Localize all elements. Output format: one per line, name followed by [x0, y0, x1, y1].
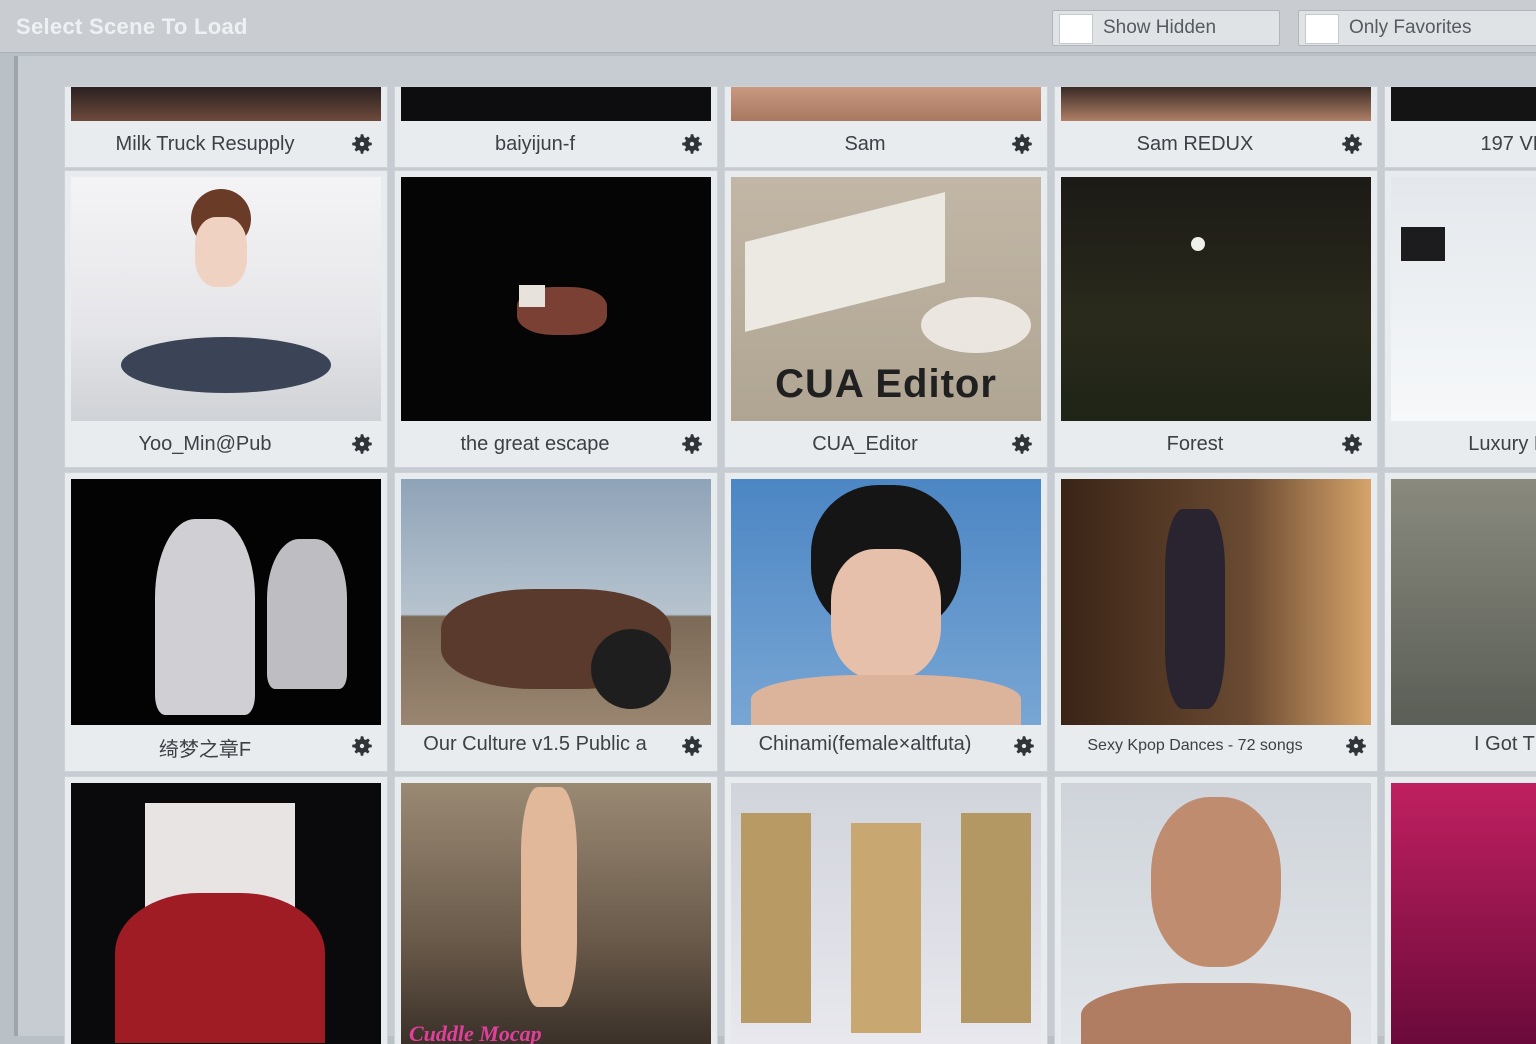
- gear-icon[interactable]: [679, 431, 705, 457]
- scene-card-male-head[interactable]: [1054, 776, 1378, 1044]
- scene-thumbnail[interactable]: [71, 87, 381, 121]
- scene-label: Sexy Kpop Dances - 72 songs: [1087, 737, 1303, 754]
- gear-icon[interactable]: [1011, 733, 1037, 759]
- gear-icon[interactable]: [349, 733, 375, 759]
- scene-thumbnail[interactable]: Cuddle Mocap: [401, 783, 711, 1044]
- scene-card-forest[interactable]: Forest: [1054, 170, 1378, 468]
- scene-grid-panel: Milk Truck Resupply baiyijun-f Sam Sam R…: [14, 56, 1536, 1044]
- scene-card-baiyijun-f[interactable]: baiyijun-f: [394, 86, 718, 168]
- scene-label: Yoo_Min@Pub: [138, 433, 272, 455]
- scene-thumbnail[interactable]: [1061, 87, 1371, 121]
- window-title: Select Scene To Load: [16, 14, 248, 39]
- scene-card-red-dress[interactable]: [64, 776, 388, 1044]
- scene-card-pink[interactable]: [1384, 776, 1536, 1044]
- scene-thumbnail[interactable]: [1391, 783, 1536, 1044]
- thumbnail-caption: Cuddle Mocap: [409, 1021, 542, 1044]
- scene-thumbnail[interactable]: [71, 177, 381, 421]
- show-hidden-label: Show Hidden: [1103, 17, 1217, 38]
- scene-thumbnail[interactable]: [1061, 177, 1371, 421]
- scene-label: CUA_Editor: [812, 433, 918, 455]
- gear-icon[interactable]: [1009, 431, 1035, 457]
- scene-label: 197 VR m: [1480, 133, 1536, 155]
- scene-thumbnail[interactable]: [71, 783, 381, 1044]
- title-bar: Select Scene To Load Show Hidden Only Fa…: [0, 0, 1536, 53]
- scene-card-chinami[interactable]: Chinami(female×altfuta): [724, 472, 1048, 772]
- scene-grid: Milk Truck Resupply baiyijun-f Sam Sam R…: [60, 84, 1536, 1044]
- scene-label: Sam: [844, 133, 886, 155]
- scene-label: baiyijun-f: [494, 133, 576, 155]
- gear-icon[interactable]: [1343, 733, 1369, 759]
- scene-card-the-great-escape[interactable]: the great escape: [394, 170, 718, 468]
- scene-card-sam[interactable]: Sam: [724, 86, 1048, 168]
- scene-thumbnail[interactable]: [731, 783, 1041, 1044]
- scene-card-197-vr[interactable]: 197 VR m: [1384, 86, 1536, 168]
- gear-icon[interactable]: [1339, 431, 1365, 457]
- scene-thumbnail[interactable]: [1061, 783, 1371, 1044]
- scene-label: Luxury Bathr: [1468, 433, 1536, 455]
- scene-label: Milk Truck Resupply: [115, 133, 295, 155]
- gear-icon[interactable]: [349, 431, 375, 457]
- scene-browser-window: Select Scene To Load Show Hidden Only Fa…: [0, 0, 1536, 1044]
- scene-label: the great escape: [460, 433, 610, 455]
- scene-thumbnail[interactable]: [1391, 479, 1536, 725]
- scene-thumbnail[interactable]: [401, 87, 711, 121]
- scene-thumbnail[interactable]: [1391, 87, 1536, 121]
- gear-icon[interactable]: [1339, 131, 1365, 157]
- scene-label: Sam REDUX: [1136, 133, 1254, 155]
- scene-thumbnail[interactable]: CUA Editor: [731, 177, 1041, 421]
- only-favorites-checkbox[interactable]: [1305, 14, 1339, 44]
- scene-card-i-got-this[interactable]: I Got This v: [1384, 472, 1536, 772]
- scene-thumbnail[interactable]: [731, 479, 1041, 725]
- scene-card-cuddle-mocap[interactable]: Cuddle Mocap: [394, 776, 718, 1044]
- show-hidden-toggle[interactable]: Show Hidden: [1052, 10, 1280, 46]
- scene-card-yoo-min-pub[interactable]: Yoo_Min@Pub: [64, 170, 388, 468]
- scene-thumbnail[interactable]: [401, 479, 711, 725]
- scene-card-milk-truck-resupply[interactable]: Milk Truck Resupply: [64, 86, 388, 168]
- scene-card-sam-redux[interactable]: Sam REDUX: [1054, 86, 1378, 168]
- scene-card-our-culture[interactable]: Our Culture v1.5 Public a: [394, 472, 718, 772]
- scene-thumbnail[interactable]: [1061, 479, 1371, 725]
- scene-label: I Got This v: [1474, 733, 1536, 755]
- scene-card-cua-editor[interactable]: CUA Editor CUA_Editor: [724, 170, 1048, 468]
- scene-card-sexy-kpop-dances[interactable]: Sexy Kpop Dances - 72 songs: [1054, 472, 1378, 772]
- gear-icon[interactable]: [679, 733, 705, 759]
- scene-label: 绮梦之章F: [158, 739, 252, 761]
- scene-label: Chinami(female×altfuta): [758, 733, 972, 755]
- gear-icon[interactable]: [1009, 131, 1035, 157]
- scene-label: Forest: [1166, 433, 1224, 455]
- scene-thumbnail[interactable]: [1391, 177, 1536, 421]
- scene-thumbnail[interactable]: [71, 479, 381, 725]
- scene-card-qimeng-zhizhang[interactable]: 绮梦之章F: [64, 472, 388, 772]
- show-hidden-checkbox[interactable]: [1059, 14, 1093, 44]
- only-favorites-label: Only Favorites: [1349, 17, 1472, 38]
- gear-icon[interactable]: [679, 131, 705, 157]
- only-favorites-toggle[interactable]: Only Favorites: [1298, 10, 1536, 46]
- thumbnail-caption: CUA Editor: [775, 362, 997, 406]
- gear-icon[interactable]: [349, 131, 375, 157]
- scene-thumbnail[interactable]: [401, 177, 711, 421]
- scene-thumbnail[interactable]: [731, 87, 1041, 121]
- scene-card-angels[interactable]: [724, 776, 1048, 1044]
- scene-label: Our Culture v1.5 Public a: [423, 733, 647, 755]
- scene-card-luxury-bathroom[interactable]: Luxury Bathr: [1384, 170, 1536, 468]
